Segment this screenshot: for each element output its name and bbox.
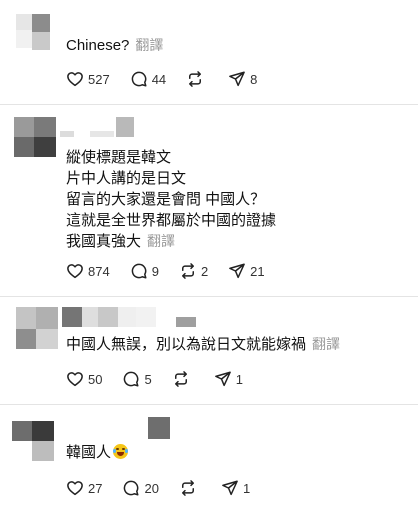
share-button[interactable]: 1 [214,370,243,388]
send-icon [229,71,246,87]
like-count: 527 [88,71,110,87]
heart-icon [67,372,83,387]
share-count: 21 [250,263,265,279]
comment-3: 中國人無誤，別以為說日文就能嫁禍 翻譯 50 5 1 [0,297,418,401]
action-bar: 527 44 8 [66,69,277,89]
like-count: 50 [88,371,103,387]
translate-link[interactable]: 翻譯 [135,37,163,53]
reply-button[interactable]: 5 [122,370,152,388]
comment-4: 韓國人 27 20 1 [0,405,418,510]
username-blurred[interactable] [62,307,202,329]
action-bar: 27 20 1 [66,478,270,498]
comment-line: 這就是全世界都屬於中國的證據 [66,212,277,229]
reply-count: 20 [144,480,159,496]
repost-icon [189,71,202,87]
reply-icon [124,371,139,387]
reply-count: 44 [151,71,167,87]
like-button[interactable]: 27 [66,479,102,497]
comment-line: 我國真強大 [66,233,142,250]
send-icon [214,371,231,387]
avatar-blurred[interactable] [12,421,56,465]
comment-2: 縱使標題是韓文 片中人講的是日文 留言的大家還是會問 中國人？ 這就是全世界都屬… [0,105,418,293]
comment-text: Chinese? 翻譯 [66,36,163,55]
share-count: 1 [235,371,243,387]
repost-count: 2 [200,263,209,279]
translate-link[interactable]: 翻譯 [147,233,175,249]
username-blurred[interactable] [60,117,180,139]
username-blurred[interactable] [148,417,174,441]
repost-button[interactable]: 2 [179,262,208,280]
share-button[interactable]: 8 [228,70,257,88]
send-icon [222,480,238,496]
like-button[interactable]: 50 [66,370,102,388]
share-count: 8 [250,71,258,87]
send-icon [229,263,246,279]
avatar-blurred[interactable] [14,117,58,159]
reply-button[interactable]: 44 [130,70,166,88]
comment-1: Chinese? 翻譯 527 44 8 [0,0,418,102]
share-button[interactable]: 1 [221,479,250,497]
action-bar: 874 9 2 21 [66,261,285,281]
avatar-blurred[interactable] [16,14,60,56]
action-bar: 50 5 1 [66,369,263,389]
comment-line: Chinese? [66,37,130,54]
comment-text: 縱使標題是韓文 片中人講的是日文 留言的大家還是會問 中國人？ 這就是全世界都屬… [66,147,276,252]
avatar-blurred[interactable] [16,307,62,353]
share-count: 1 [242,480,251,496]
heart-icon [67,481,83,496]
like-button[interactable]: 527 [66,70,110,88]
reply-icon [124,480,139,496]
repost-icon [181,480,194,496]
comment-text: 中國人無誤，別以為說日文就能嫁禍 翻譯 [66,335,340,354]
comment-line: 縱使標題是韓文 [66,149,172,166]
comment-line: 中國人無誤，別以為說日文就能嫁禍 [66,336,307,353]
share-button[interactable]: 21 [228,262,265,280]
repost-icon [181,263,194,279]
comment-text: 韓國人 [66,443,129,462]
reply-icon [131,263,147,279]
reply-count: 9 [151,263,159,279]
like-count: 27 [88,480,103,496]
heart-icon [67,72,83,87]
comment-line: 韓國人 [66,444,112,461]
repost-button[interactable] [179,479,201,497]
comment-line: 片中人講的是日文 [66,170,187,187]
repost-icon [174,371,187,387]
reply-button[interactable]: 9 [130,262,159,280]
reply-count: 5 [144,371,152,387]
like-button[interactable]: 874 [66,262,110,280]
grinning-sweat-tears-emoji [113,444,129,459]
translate-link[interactable]: 翻譯 [312,336,340,352]
heart-icon [67,264,83,279]
like-count: 874 [88,263,110,279]
repost-button[interactable] [172,370,194,388]
repost-button[interactable] [186,70,208,88]
comment-line: 留言的大家還是會問 中國人？ [66,191,266,208]
reply-button[interactable]: 20 [122,479,159,497]
reply-icon [131,71,147,87]
